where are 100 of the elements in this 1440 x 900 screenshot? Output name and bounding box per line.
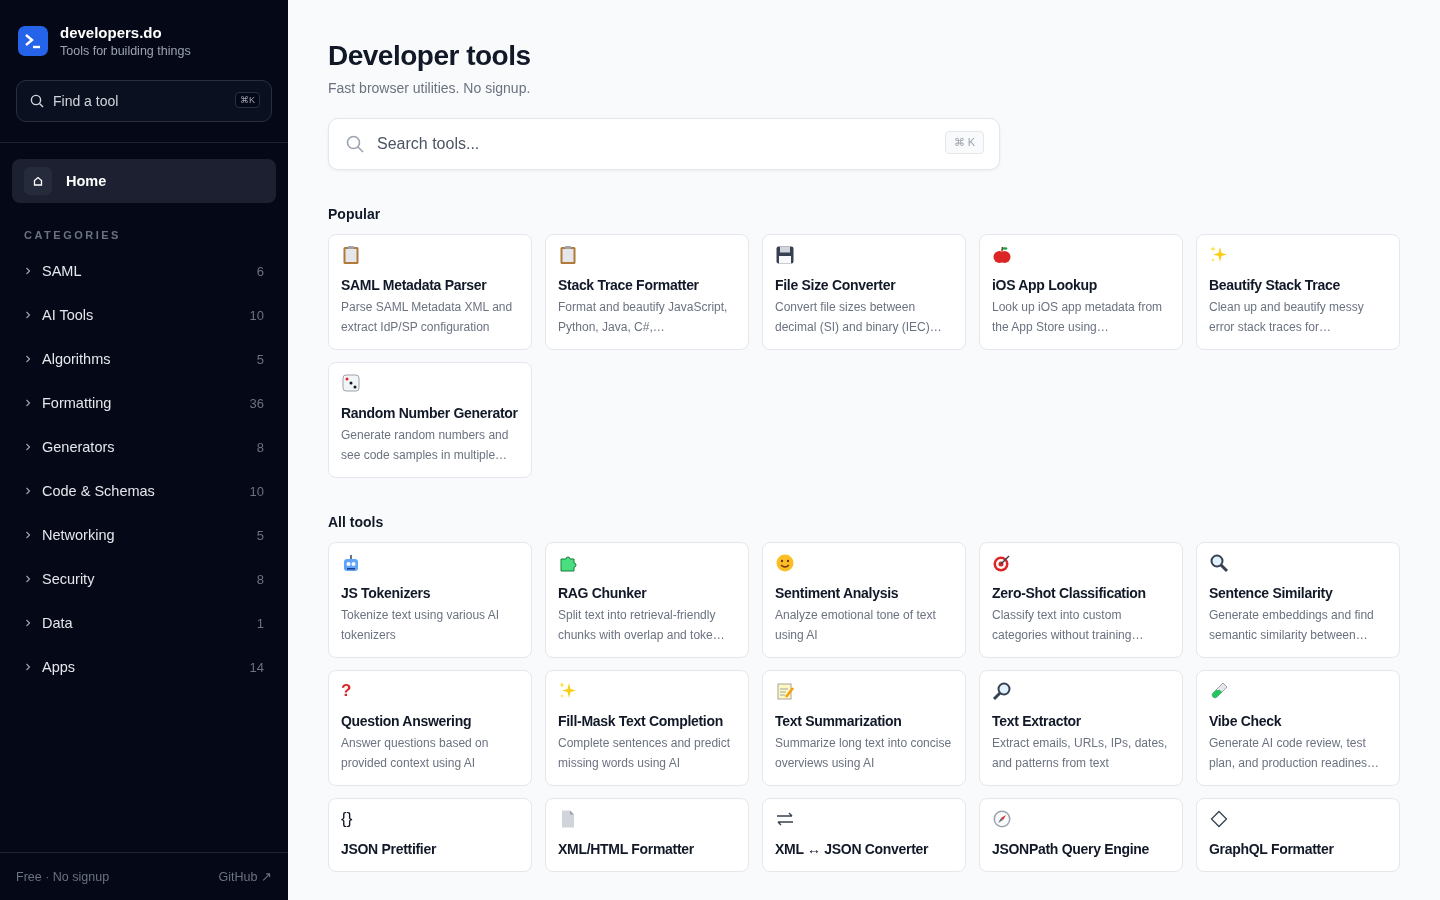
tool-name: JSONPath Query Engine	[992, 840, 1150, 859]
tool-card[interactable]: SAML Metadata Parser Parse SAML Metadata XML and extract IdP/SP configuration	[328, 234, 532, 350]
tool-description: Clean up and beautify messy error stack traces for…	[1209, 299, 1365, 336]
tool-name: Beautify Stack Trace	[1209, 276, 1340, 295]
magnifying-glass-icon	[1209, 553, 1229, 573]
tool-card[interactable]: XML ↔ JSON Converter	[762, 798, 966, 872]
clipboard-icon	[341, 245, 361, 265]
category-item[interactable]: Apps 14	[0, 645, 288, 689]
brand-tagline: Tools for building things	[60, 44, 191, 58]
tool-name: SAML Metadata Parser	[341, 276, 487, 295]
compass-icon	[992, 809, 1012, 829]
tool-description: Summarize long text into concise overviews using AI	[775, 735, 953, 772]
tool-description: Parse SAML Metadata XML and extract IdP/SP configuration	[341, 299, 514, 336]
tool-card[interactable]: Random Number Generator Generate random numbers and see code samples in multiple…	[328, 362, 532, 478]
tool-name: XML ↔ JSON Converter	[775, 840, 929, 859]
tool-card[interactable]: Sentence Similarity Generate embeddings and find semantic similarity between…	[1196, 542, 1400, 658]
smiley-face-icon	[775, 553, 795, 573]
category-label: AI Tools	[42, 307, 95, 323]
category-count: 5	[256, 351, 264, 367]
category-item[interactable]: Data 1	[0, 601, 288, 645]
tool-name: Text Summarization	[775, 712, 902, 731]
apple-icon	[992, 245, 1012, 265]
category-label: Code & Schemas	[42, 483, 156, 499]
tool-name: Text Extractor	[992, 712, 1081, 731]
tool-description: Extract emails, URLs, IPs, dates, and patterns from text	[992, 735, 1169, 772]
category-count: 1	[256, 615, 264, 631]
search-icon	[30, 94, 44, 108]
category-label: Security	[42, 571, 96, 587]
tool-name: Fill-Mask Text Completion	[558, 712, 723, 731]
tool-description: Convert file sizes between decimal (SI) and binary (IEC)…	[775, 299, 943, 336]
tool-card[interactable]: Sentiment Analysis Analyze emotional tone of text using AI	[762, 542, 966, 658]
tool-name: Vibe Check	[1209, 712, 1282, 731]
tool-description: Generate embeddings and find semantic similarity between…	[1209, 607, 1375, 644]
tool-name: Stack Trace Formatter	[558, 276, 699, 295]
category-count: 10	[249, 483, 264, 499]
category-item[interactable]: Algorithms 5	[0, 337, 288, 381]
tool-description: Answer questions based on provided context using AI	[341, 735, 490, 772]
tool-description: Classify text into custom categories without training…	[992, 607, 1145, 644]
shortcut-hint: ⌘ K	[944, 131, 984, 154]
category-item[interactable]: Formatting 36	[0, 381, 288, 425]
tool-card[interactable]: Beautify Stack Trace Clean up and beautify messy error stack traces for…	[1196, 234, 1400, 350]
puzzle-piece-icon	[558, 553, 578, 573]
clipboard-icon	[558, 245, 578, 265]
tool-card[interactable]: Vibe Check Generate AI code review, test plan, and production readines…	[1196, 670, 1400, 786]
tool-name: GraphQL Formatter	[1209, 840, 1334, 859]
robot-icon	[341, 553, 361, 573]
category-count: 8	[256, 571, 264, 587]
tool-card[interactable]: JS Tokenizers Tokenize text using various AI tokenizers	[328, 542, 532, 658]
categories-heading: CATEGORIES	[24, 229, 121, 241]
category-count: 14	[249, 659, 264, 675]
category-item[interactable]: Security 8	[0, 557, 288, 601]
category-label: Generators	[42, 439, 116, 455]
page-subtitle: Fast browser utilities. No signup.	[328, 80, 532, 96]
tool-card[interactable]: iOS App Lookup Look up iOS app metadata from the App Store using…	[979, 234, 1183, 350]
category-count: 5	[256, 527, 264, 543]
category-item[interactable]: Networking 5	[0, 513, 288, 557]
category-label: Formatting	[42, 395, 113, 411]
tool-card[interactable]: RAG Chunker Split text into retrieval-friendly chunks with overlap and toke…	[545, 542, 749, 658]
home-icon	[24, 167, 52, 195]
tool-name: JS Tokenizers	[341, 584, 431, 603]
tool-description: Format and beautify JavaScript, Python, Java, C#,…	[558, 299, 729, 336]
tool-name: XML/HTML Formatter	[558, 840, 694, 859]
section-heading: Popular	[328, 206, 382, 222]
tool-description: Generate AI code review, test plan, and production readines…	[1209, 735, 1381, 772]
tool-card[interactable]: File Size Converter Convert file sizes between decimal (SI) and binary (IEC)…	[762, 234, 966, 350]
tool-card[interactable]: Text Extractor Extract emails, URLs, IPs, dates, and patterns from text	[979, 670, 1183, 786]
footer-note: Free · No signup	[16, 869, 110, 884]
tool-card[interactable]: Zero-Shot Classification Classify text into custom categories without training…	[979, 542, 1183, 658]
tool-card[interactable]: ? Question Answering Answer questions based on provided context using AI	[328, 670, 532, 786]
terminal-logo-icon	[18, 26, 48, 56]
tool-name: JSON Prettifier	[341, 840, 437, 859]
category-item[interactable]: SAML 6	[0, 249, 288, 293]
tool-card[interactable]: Fill-Mask Text Completion Complete sentences and predict missing words using AI	[545, 670, 749, 786]
tool-description: Look up iOS app metadata from the App Store using…	[992, 299, 1164, 336]
tool-description: Split text into retrieval-friendly chunks with overlap and toke…	[558, 607, 726, 644]
tool-name: Zero-Shot Classification	[992, 584, 1146, 603]
magnifying-glass-icon	[992, 681, 1012, 701]
category-label: Networking	[42, 527, 116, 543]
github-link[interactable]: GitHub ↗	[218, 869, 272, 884]
brand-name: developers.do	[60, 24, 163, 41]
category-item[interactable]: AI Tools 10	[0, 293, 288, 337]
tool-name: RAG Chunker	[558, 584, 647, 603]
tool-card[interactable]: Text Summarization Summarize long text into concise overviews using AI	[762, 670, 966, 786]
tool-description: Complete sentences and predict missing words using AI	[558, 735, 732, 772]
shortcut-hint: ⌘K	[235, 92, 260, 108]
notepad-pencil-icon	[775, 681, 795, 701]
tool-card[interactable]: GraphQL Formatter	[1196, 798, 1400, 872]
tool-card[interactable]: Stack Trace Formatter Format and beautify JavaScript, Python, Java, C#,…	[545, 234, 749, 350]
category-item[interactable]: Code & Schemas 10	[0, 469, 288, 513]
tool-card[interactable]: {} JSON Prettifier	[328, 798, 532, 872]
tool-card[interactable]: JSONPath Query Engine	[979, 798, 1183, 872]
search-icon	[346, 135, 364, 153]
category-label: Data	[42, 615, 74, 631]
category-item[interactable]: Generators 8	[0, 425, 288, 469]
category-count: 8	[256, 439, 264, 455]
test-tube-icon	[1209, 681, 1229, 701]
tool-card[interactable]: XML/HTML Formatter	[545, 798, 749, 872]
home-nav-item[interactable]: Home	[12, 159, 276, 203]
symbol-icon: ?	[341, 681, 352, 701]
category-count: 6	[256, 263, 264, 279]
